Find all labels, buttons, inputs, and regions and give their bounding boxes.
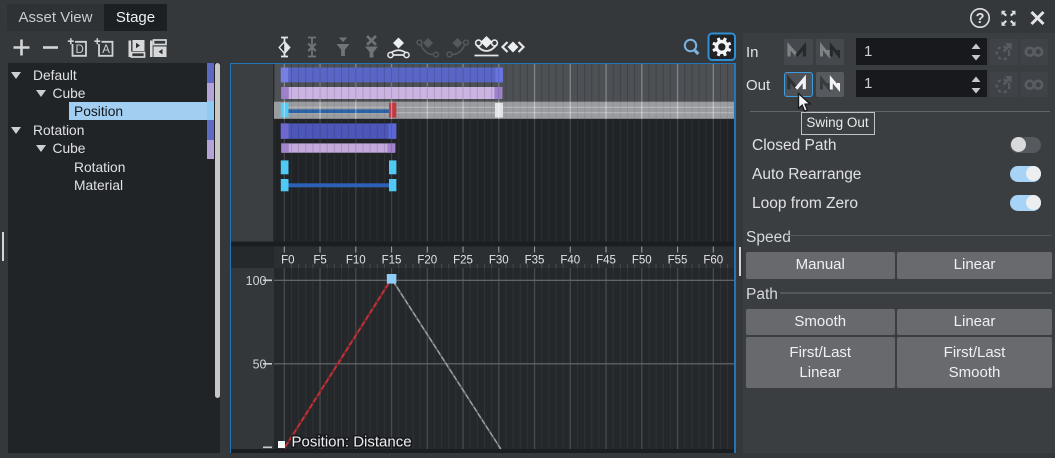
svg-text:F35: F35 xyxy=(525,255,545,267)
svg-text:?: ? xyxy=(976,11,985,27)
svg-text:F40: F40 xyxy=(560,255,580,267)
svg-text:F45: F45 xyxy=(596,255,616,267)
svg-text:Position: Distance: Position: Distance xyxy=(292,434,412,451)
svg-text:F50: F50 xyxy=(632,255,652,267)
svg-text:D: D xyxy=(75,44,83,56)
svg-text:F60: F60 xyxy=(703,255,723,267)
svg-text:F25: F25 xyxy=(453,255,473,267)
svg-text:F0: F0 xyxy=(281,255,294,267)
svg-text:50: 50 xyxy=(253,357,267,371)
svg-text:100: 100 xyxy=(246,274,267,288)
svg-text:F5: F5 xyxy=(313,255,326,267)
svg-text:F15: F15 xyxy=(382,255,402,267)
svg-text:F55: F55 xyxy=(668,255,688,267)
svg-text:F30: F30 xyxy=(489,255,509,267)
svg-text:A: A xyxy=(102,44,110,56)
svg-text:F10: F10 xyxy=(346,255,366,267)
svg-text:F20: F20 xyxy=(417,255,437,267)
